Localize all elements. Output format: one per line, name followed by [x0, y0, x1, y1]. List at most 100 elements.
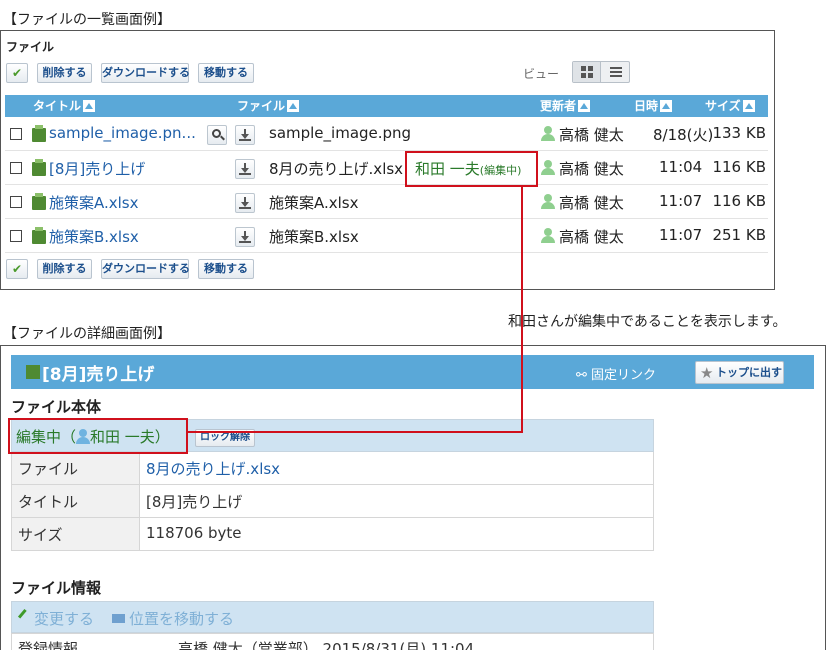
view-toggle: [572, 61, 630, 83]
file-icon: [26, 365, 40, 379]
sort-asc-icon[interactable]: [287, 100, 300, 112]
updater-name[interactable]: 高橋 健太: [559, 124, 624, 145]
list-view-icon[interactable]: [602, 62, 630, 82]
check-icon: ✔: [11, 66, 23, 80]
pencil-icon: [17, 608, 33, 624]
delete-button-bottom[interactable]: 削除する: [37, 259, 92, 279]
registration-value: 高橋 健太（営業部） 2015/8/31(月) 11:04: [178, 640, 475, 650]
row-checkbox[interactable]: [10, 230, 22, 242]
file-list-panel: ファイル ✔ 削除する ダウンロードする 移動する ビュー タイトル ファイル …: [0, 30, 775, 290]
updater-name[interactable]: 高橋 健太: [559, 226, 624, 247]
user-icon: [541, 160, 555, 176]
list-view-caption: 【ファイルの一覧画面例】: [3, 12, 171, 28]
updated-date: 11:07: [659, 226, 703, 244]
sort-asc-icon[interactable]: [742, 100, 755, 112]
updater-name[interactable]: 高橋 健太: [559, 158, 624, 179]
column-header-title[interactable]: タイトル: [33, 95, 96, 117]
column-header-file[interactable]: ファイル: [237, 95, 300, 117]
table-row: [8月]売り上げ 8月の売り上げ.xlsx 和田 一夫(編集中) 高橋 健太 1…: [5, 152, 768, 185]
change-link[interactable]: 変更する: [34, 608, 94, 629]
select-all-check-button[interactable]: ✔: [6, 63, 28, 83]
table-row: 施策案B.xlsx 施策案B.xlsx 高橋 健太 11:07 251 KB: [5, 220, 768, 253]
download-icon: [241, 163, 249, 173]
column-header-updater[interactable]: 更新者: [540, 95, 591, 117]
column-header-date[interactable]: 日時: [634, 95, 673, 117]
file-title-link[interactable]: sample_image.pn...: [49, 124, 196, 142]
preview-button[interactable]: [207, 125, 227, 145]
file-size: 116 KB: [712, 192, 766, 210]
callout-text: 和田さんが編集中であることを表示します。: [508, 314, 787, 330]
download-icon: [241, 197, 249, 207]
callout-line-vertical: [521, 187, 523, 433]
field-label: タイトル: [12, 485, 140, 517]
select-all-check-button-bottom[interactable]: ✔: [6, 259, 28, 279]
registration-label: 登録情報: [18, 640, 79, 650]
column-header-size[interactable]: サイズ: [705, 95, 755, 117]
link-icon: ⚯: [576, 368, 592, 383]
user-icon: [541, 194, 555, 210]
updated-date: 8/18(火): [653, 126, 714, 144]
row-checkbox[interactable]: [10, 128, 22, 140]
field-label: サイズ: [12, 518, 140, 550]
field-value: 118706 byte: [146, 524, 242, 542]
field-value: [8月]売り上げ: [146, 493, 243, 511]
detail-row-title: タイトル [8月]売り上げ: [11, 485, 654, 518]
updated-date: 11:07: [659, 192, 703, 210]
file-title-link[interactable]: [8月]売り上げ: [49, 158, 145, 179]
detail-view-caption: 【ファイルの詳細画面例】: [3, 326, 171, 342]
file-size: 116 KB: [712, 158, 766, 176]
download-button[interactable]: ダウンロードする: [101, 63, 190, 83]
file-size: 133 KB: [712, 124, 766, 142]
move-button-bottom[interactable]: 移動する: [198, 259, 254, 279]
check-icon: ✔: [11, 262, 23, 276]
file-body-heading: ファイル本体: [11, 398, 102, 416]
user-icon: [541, 228, 555, 244]
delete-button[interactable]: 削除する: [37, 63, 92, 83]
file-title-link[interactable]: 施策案B.xlsx: [49, 226, 139, 247]
move-location-link[interactable]: 位置を移動する: [129, 608, 234, 629]
download-file-button[interactable]: [235, 125, 255, 145]
file-info-bar: 変更する 位置を移動する: [11, 601, 654, 633]
callout-box-detail: [8, 418, 188, 454]
attached-file-link[interactable]: 8月の売り上げ.xlsx: [146, 458, 280, 479]
show-on-top-button[interactable]: ★ トップに出す: [695, 361, 784, 384]
download-icon: [241, 129, 249, 139]
fixed-link[interactable]: ⚯ 固定リンク: [576, 364, 656, 383]
file-name: 施策案B.xlsx: [269, 228, 359, 246]
view-label: ビュー: [523, 67, 560, 81]
file-info-heading: ファイル情報: [11, 579, 102, 597]
star-icon: ★: [700, 364, 714, 382]
download-icon: [241, 231, 249, 241]
sort-asc-icon[interactable]: [83, 100, 96, 112]
download-file-button[interactable]: [235, 159, 255, 179]
file-detail-panel: [8月]売り上げ ⚯ 固定リンク ★ トップに出す ファイル本体 編集中（ 和田 一…: [0, 345, 826, 650]
file-icon: [32, 125, 46, 142]
download-file-button[interactable]: [235, 193, 255, 213]
sort-asc-icon[interactable]: [578, 100, 591, 112]
download-file-button[interactable]: [235, 227, 255, 247]
detail-row-size: サイズ 118706 byte: [11, 518, 654, 551]
updater-name[interactable]: 高橋 健太: [559, 192, 624, 213]
file-name: 施策案A.xlsx: [269, 194, 359, 212]
row-checkbox[interactable]: [10, 196, 22, 208]
folder-icon: [112, 614, 125, 623]
registration-row: 登録情報 高橋 健太（営業部） 2015/8/31(月) 11:04: [11, 633, 654, 650]
detail-header: [8月]売り上げ ⚯ 固定リンク ★ トップに出す: [11, 355, 814, 389]
move-button[interactable]: 移動する: [198, 63, 254, 83]
updated-date: 11:04: [659, 158, 703, 176]
user-icon: [541, 126, 555, 142]
sort-asc-icon[interactable]: [660, 100, 673, 112]
grid-view-icon[interactable]: [573, 62, 601, 82]
table-row: sample_image.pn... sample_image.png 高橋 健…: [5, 118, 768, 151]
detail-row-file: ファイル 8月の売り上げ.xlsx: [11, 452, 654, 485]
file-name: sample_image.png: [269, 124, 412, 142]
callout-line-horizontal: [188, 431, 523, 433]
callout-box-list: [405, 151, 538, 187]
file-icon: [32, 159, 46, 176]
file-title-link[interactable]: 施策案A.xlsx: [49, 192, 139, 213]
row-checkbox[interactable]: [10, 162, 22, 174]
detail-title: [8月]売り上げ: [42, 365, 155, 385]
file-icon: [32, 193, 46, 210]
panel-title: ファイル: [6, 40, 55, 54]
download-button-bottom[interactable]: ダウンロードする: [101, 259, 190, 279]
